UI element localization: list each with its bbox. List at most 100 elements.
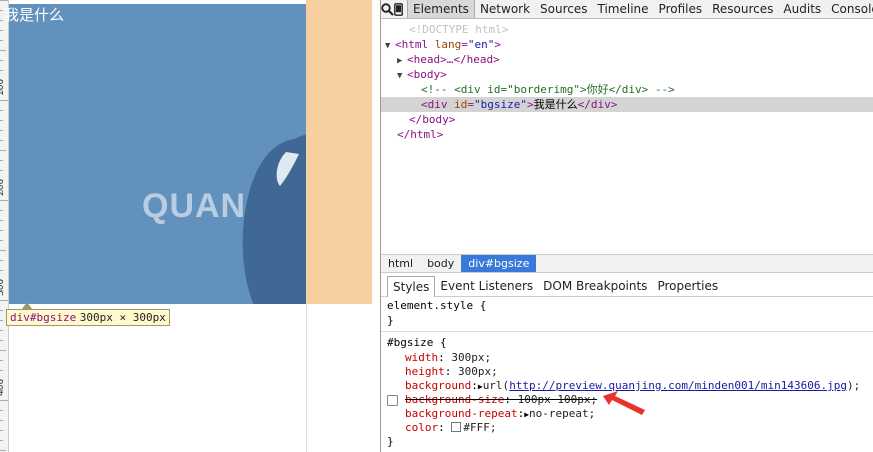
- page-viewport: QUANJIN 我是什么 div#bgsize 300px × 300px 10…: [0, 0, 380, 452]
- page-text: 我是什么: [4, 6, 65, 24]
- dom-body-node[interactable]: ▼ <body>: [381, 67, 873, 82]
- viewport-divider: [306, 304, 307, 452]
- element-style-close: }: [387, 314, 394, 327]
- tab-dom-breakpoints[interactable]: DOM Breakpoints: [538, 276, 652, 296]
- tooltip-dims: 300px × 300px: [79, 311, 166, 324]
- ruler-tick: [0, 370, 3, 371]
- ruler-tick: [0, 360, 3, 361]
- prop-height[interactable]: height: 300px;: [405, 365, 873, 379]
- prop-name: background-size: [405, 393, 505, 406]
- ruler-tick: [0, 310, 3, 311]
- ruler-tick: [0, 400, 8, 401]
- red-annotation-arrow-icon: [603, 391, 645, 415]
- ruler-tick: [0, 340, 3, 341]
- bird-image: [242, 134, 306, 304]
- ruler-tick: [0, 440, 3, 441]
- tooltip-arrow: [22, 302, 32, 309]
- ruler-tick: [0, 70, 3, 71]
- prop-name: width: [405, 351, 439, 364]
- dom-div-bgsize-node[interactable]: <div id="bgsize">我是什么</div>: [381, 97, 873, 112]
- prop-name: color: [405, 421, 439, 434]
- ruler-tick: [0, 60, 3, 61]
- element-style-selector[interactable]: element.style {: [387, 299, 873, 313]
- devtools-panel: Elements Network Sources Timeline Profil…: [380, 0, 873, 452]
- ruler-label: 400: [0, 378, 6, 396]
- element-dimensions-tooltip: div#bgsize 300px × 300px: [6, 309, 170, 326]
- ruler-tick: [0, 20, 3, 21]
- ruler-tick: [0, 150, 6, 151]
- head-tag: <head>…</head>: [407, 53, 500, 66]
- tab-profiles[interactable]: Profiles: [654, 0, 708, 18]
- dom-body-close[interactable]: </body>: [381, 112, 873, 127]
- tab-properties[interactable]: Properties: [652, 276, 723, 296]
- devtools-toolbar: Elements Network Sources Timeline Profil…: [381, 0, 873, 19]
- div-text-content: 我是什么: [533, 98, 578, 111]
- ruler-tick: [0, 50, 6, 51]
- breadcrumb: html body div#bgsize: [381, 254, 873, 273]
- tab-styles[interactable]: Styles: [387, 275, 436, 297]
- prop-value: no-repeat;: [529, 407, 596, 420]
- dom-doctype[interactable]: <!DOCTYPE html>: [381, 22, 873, 37]
- comment-text: <!-- <div id="borderimg">你好</div> -->: [421, 83, 675, 96]
- url-prefix: url(: [482, 379, 510, 392]
- ruler-tick: [0, 250, 6, 251]
- ruler-label: 300: [0, 278, 6, 296]
- prop-width[interactable]: width: 300px;: [405, 351, 873, 365]
- ruler-tick: [0, 410, 3, 411]
- mobile-device-icon[interactable]: [394, 0, 403, 18]
- dom-comment-node[interactable]: <!-- <div id="borderimg">你好</div> -->: [381, 82, 873, 97]
- ruler-tick: [0, 350, 6, 351]
- ruler-tick: [0, 330, 3, 331]
- ruler-tick: [0, 450, 6, 451]
- ruler-tick: [0, 130, 3, 131]
- ruler-tick: [0, 170, 3, 171]
- tooltip-tag: div#bgsize: [10, 311, 77, 324]
- margin-highlight: [306, 0, 372, 304]
- div-open-tag: <div: [421, 98, 448, 111]
- div-close-tag: </div>: [577, 98, 618, 111]
- tab-resources[interactable]: Resources: [707, 0, 778, 18]
- breadcrumb-body[interactable]: body: [420, 255, 461, 272]
- body-open-tag: <body>: [407, 68, 447, 81]
- ruler-tick: [0, 110, 3, 111]
- ruler-tick: [0, 200, 8, 201]
- prop-color[interactable]: color: #FFF;: [405, 421, 873, 435]
- doctype-text: <!DOCTYPE html>: [409, 23, 509, 36]
- breadcrumb-div-bgsize[interactable]: div#bgsize: [461, 255, 537, 272]
- ruler-tick: [0, 240, 3, 241]
- tab-event-listeners[interactable]: Event Listeners: [435, 276, 538, 296]
- disable-property-checkbox[interactable]: [387, 395, 398, 406]
- tab-audits[interactable]: Audits: [778, 0, 826, 18]
- ruler-tick: [0, 120, 3, 121]
- body-close-tag: </body>: [409, 113, 456, 126]
- ruler-tick: [0, 100, 8, 101]
- tab-elements[interactable]: Elements: [407, 0, 475, 18]
- bgsize-selector[interactable]: #bgsize {: [387, 336, 873, 350]
- tab-console[interactable]: Console: [826, 0, 873, 18]
- ruler-tick: [0, 30, 3, 31]
- tab-network[interactable]: Network: [475, 0, 535, 18]
- tab-timeline[interactable]: Timeline: [593, 0, 654, 18]
- tab-sources[interactable]: Sources: [535, 0, 592, 18]
- search-icon[interactable]: [381, 0, 394, 18]
- rule-divider: [381, 331, 873, 332]
- ruler-tick: [0, 270, 3, 271]
- html-close-tag: </html>: [397, 128, 444, 141]
- bgsize-div-highlight[interactable]: QUANJIN: [8, 4, 306, 304]
- ruler-tick: [0, 320, 3, 321]
- html-open-tag: <html: [395, 38, 429, 51]
- html-attr-name: lang: [434, 38, 462, 51]
- dom-head-node[interactable]: ▶ <head>…</head>: [381, 52, 873, 67]
- dom-html-node[interactable]: ▼ <html lang="en">: [381, 37, 873, 52]
- url-suffix: );: [846, 379, 861, 392]
- prop-value: 300px;: [451, 351, 492, 364]
- breadcrumb-html[interactable]: html: [381, 255, 420, 272]
- prop-name: height: [405, 365, 445, 378]
- ruler-tick: [0, 230, 3, 231]
- prop-name: background: [405, 379, 472, 392]
- ruler-tick: [0, 210, 3, 211]
- background-url-link[interactable]: http://preview.quanjing.com/minden001/mi…: [509, 379, 847, 392]
- dom-html-close[interactable]: </html>: [381, 127, 873, 142]
- ruler-tick: [0, 430, 3, 431]
- color-swatch[interactable]: [451, 422, 462, 432]
